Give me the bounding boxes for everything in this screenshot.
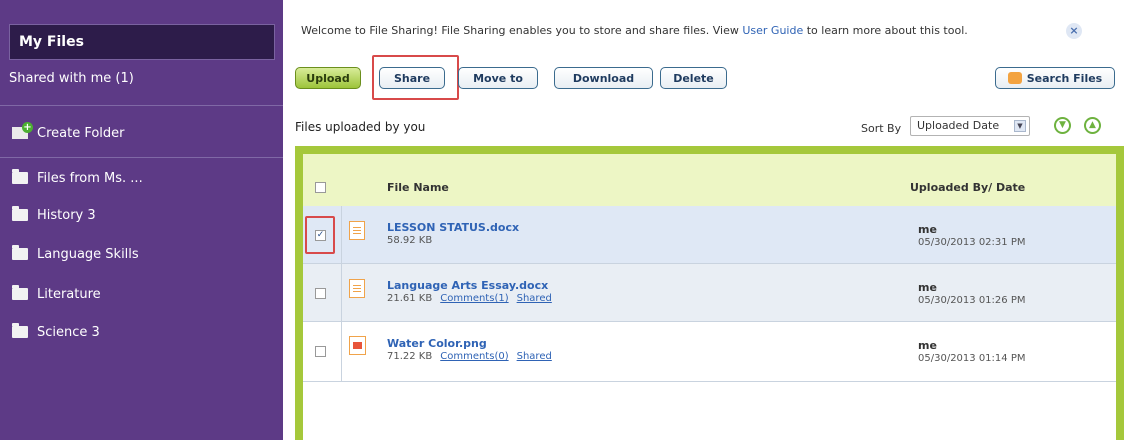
create-folder-label: Create Folder bbox=[37, 125, 125, 141]
create-folder-button[interactable]: Create Folder bbox=[0, 118, 283, 148]
folder-label: Science 3 bbox=[37, 324, 100, 340]
folder-icon bbox=[12, 206, 28, 221]
file-meta: 58.92 KB bbox=[387, 235, 432, 246]
column-divider bbox=[341, 206, 342, 263]
search-icon bbox=[1007, 72, 1022, 84]
sidebar-folder[interactable]: Language Skills bbox=[0, 240, 283, 268]
delete-button[interactable]: Delete bbox=[660, 67, 727, 89]
create-folder-icon bbox=[12, 122, 33, 139]
uploaded-date: 05/30/2013 02:31 PM bbox=[918, 237, 1026, 248]
file-size: 58.92 KB bbox=[387, 235, 433, 246]
table-row[interactable]: Language Arts Essay.docx 21.61 KB Comment… bbox=[303, 264, 1116, 322]
sort-ascending-icon[interactable]: ▲ bbox=[1084, 117, 1101, 134]
files-heading: Files uploaded by you bbox=[295, 120, 426, 134]
folder-icon bbox=[12, 323, 28, 338]
select-all-checkbox[interactable] bbox=[315, 182, 326, 193]
sidebar-folder[interactable]: Files from Ms. ... bbox=[0, 164, 283, 192]
column-header-uploaded[interactable]: Uploaded By/ Date bbox=[910, 181, 1025, 194]
sidebar-item-label: Shared with me (1) bbox=[9, 70, 134, 86]
document-icon bbox=[349, 221, 365, 240]
upload-button[interactable]: Upload bbox=[295, 67, 361, 89]
document-icon bbox=[349, 279, 365, 298]
uploaded-by: me bbox=[918, 339, 937, 352]
file-table: File Name Uploaded By/ Date ✓ LESSON STA… bbox=[295, 146, 1124, 440]
uploaded-by: me bbox=[918, 223, 937, 236]
sidebar-divider bbox=[0, 105, 283, 106]
folder-label: Files from Ms. ... bbox=[37, 170, 143, 186]
user-guide-link[interactable]: User Guide bbox=[742, 24, 803, 37]
file-name-link[interactable]: Water Color.png bbox=[387, 337, 487, 350]
folder-icon bbox=[12, 285, 28, 300]
search-files-label: Search Files bbox=[1026, 71, 1103, 85]
welcome-banner: Welcome to File Sharing! File Sharing en… bbox=[301, 24, 968, 37]
sidebar-folder[interactable]: History 3 bbox=[0, 201, 283, 229]
chevron-down-icon: ▼ bbox=[1014, 120, 1026, 132]
sort-by-label: Sort By bbox=[861, 122, 902, 135]
file-meta: 71.22 KB Comments(0) Shared bbox=[387, 351, 552, 362]
share-highlight-box bbox=[372, 55, 459, 100]
file-meta: 21.61 KB Comments(1) Shared bbox=[387, 293, 552, 304]
column-divider bbox=[341, 322, 342, 381]
move-to-button[interactable]: Move to bbox=[458, 67, 538, 89]
comments-link[interactable]: Comments(0) bbox=[440, 351, 508, 362]
column-divider bbox=[341, 264, 342, 321]
file-size: 21.61 KB bbox=[387, 293, 433, 304]
folder-label: Language Skills bbox=[37, 246, 139, 262]
welcome-text-end: to learn more about this tool. bbox=[803, 24, 968, 37]
sidebar-folder[interactable]: Literature bbox=[0, 280, 283, 308]
sidebar-item-shared-with-me[interactable]: Shared with me (1) bbox=[0, 64, 283, 92]
download-button[interactable]: Download bbox=[554, 67, 653, 89]
welcome-text: Welcome to File Sharing! File Sharing en… bbox=[301, 24, 743, 37]
shared-link[interactable]: Shared bbox=[517, 293, 552, 304]
sidebar: My Files Shared with me (1) Create Folde… bbox=[0, 0, 283, 440]
sidebar-divider bbox=[0, 157, 283, 158]
sort-by-select[interactable]: Uploaded Date ▼ bbox=[910, 116, 1030, 136]
sidebar-folder[interactable]: Science 3 bbox=[0, 318, 283, 346]
sort-descending-icon[interactable]: ▼ bbox=[1054, 117, 1071, 134]
table-row[interactable]: ✓ LESSON STATUS.docx 58.92 KB me 05/30/2… bbox=[303, 206, 1116, 264]
folder-icon bbox=[12, 245, 28, 260]
folder-label: Literature bbox=[37, 286, 101, 302]
file-name-link[interactable]: LESSON STATUS.docx bbox=[387, 221, 519, 234]
shared-link[interactable]: Shared bbox=[517, 351, 552, 362]
image-file-icon bbox=[349, 336, 366, 355]
uploaded-by: me bbox=[918, 281, 937, 294]
row-checkbox[interactable] bbox=[315, 288, 326, 299]
table-header: File Name Uploaded By/ Date bbox=[303, 154, 1116, 206]
sidebar-item-my-files[interactable]: My Files bbox=[9, 24, 275, 60]
row-checkbox[interactable] bbox=[315, 346, 326, 357]
checkbox-highlight-box bbox=[305, 216, 335, 254]
close-banner-icon[interactable]: × bbox=[1066, 23, 1082, 39]
folder-icon bbox=[12, 169, 28, 184]
file-size: 71.22 KB bbox=[387, 351, 433, 362]
uploaded-date: 05/30/2013 01:26 PM bbox=[918, 295, 1026, 306]
comments-link[interactable]: Comments(1) bbox=[440, 293, 508, 304]
sort-by-value: Uploaded Date bbox=[917, 119, 1000, 132]
folder-label: History 3 bbox=[37, 207, 96, 223]
file-name-link[interactable]: Language Arts Essay.docx bbox=[387, 279, 548, 292]
main-content: Welcome to File Sharing! File Sharing en… bbox=[283, 0, 1127, 440]
table-row[interactable]: Water Color.png 71.22 KB Comments(0) Share… bbox=[303, 322, 1116, 382]
sidebar-item-label: My Files bbox=[19, 34, 84, 50]
column-header-file-name[interactable]: File Name bbox=[387, 181, 449, 194]
uploaded-date: 05/30/2013 01:14 PM bbox=[918, 353, 1026, 364]
search-files-button[interactable]: Search Files bbox=[995, 67, 1115, 89]
